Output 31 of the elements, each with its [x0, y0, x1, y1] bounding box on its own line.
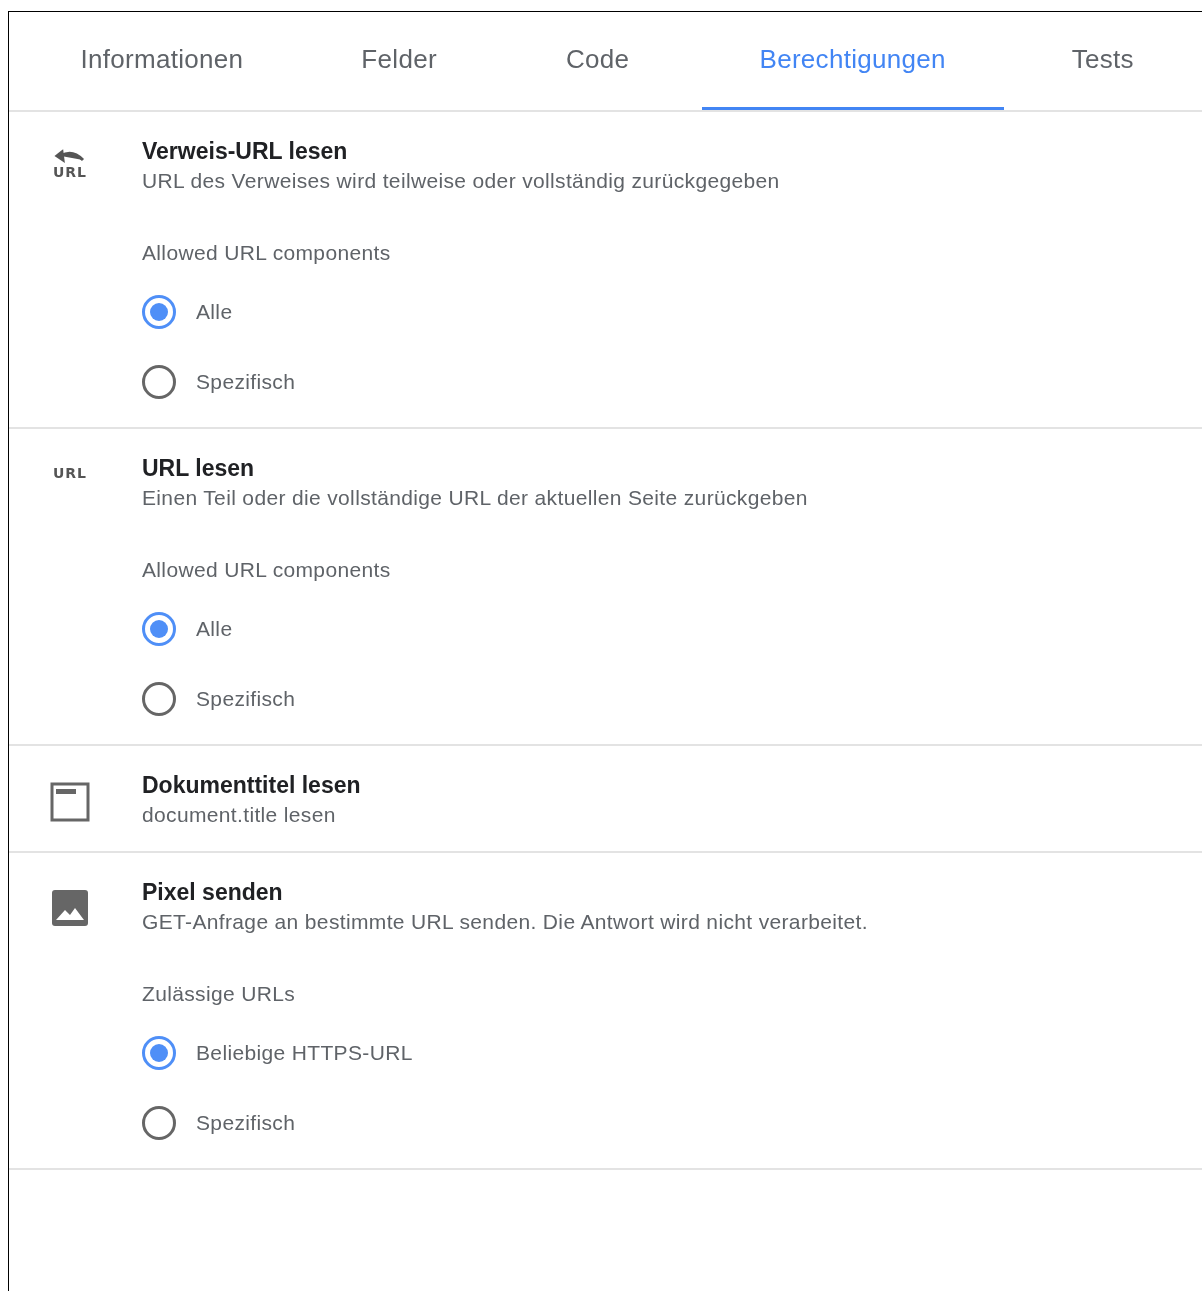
radio-button[interactable] [142, 1106, 176, 1140]
permission-description: URL des Verweises wird teilweise oder vollständig zurückgegeben [142, 169, 780, 193]
permission-title: URL lesen [142, 455, 256, 482]
image-icon [51, 889, 89, 927]
options-label: Zulässige URLs [142, 982, 297, 1006]
url-icon: URL [50, 465, 90, 716]
window-icon [50, 782, 90, 822]
permission-title: Verweis-URL lesen [142, 138, 349, 165]
permission-title: Pixel senden [142, 879, 284, 906]
radio-button[interactable] [142, 365, 176, 399]
options-label: Allowed URL components [142, 558, 392, 582]
tab[interactable]: Tests [1003, 12, 1202, 110]
permission-description: document.title lesen [142, 803, 337, 827]
tab[interactable]: Berechtigungen [701, 12, 1004, 110]
options-label: Allowed URL components [142, 241, 392, 265]
radio-label[interactable]: Spezifisch [196, 370, 296, 394]
tab[interactable]: Code [493, 12, 702, 110]
tab[interactable]: Felder [304, 12, 494, 110]
radio-button[interactable] [142, 1036, 176, 1070]
radio-button[interactable] [142, 682, 176, 716]
permission-description: GET-Anfrage an bestimmte URL senden. Die Antwort wird nicht verarbeitet. [142, 910, 868, 934]
radio-label[interactable]: Alle [196, 300, 233, 324]
radio-label[interactable]: Beliebige HTTPS-URL [196, 1041, 413, 1065]
radio-button[interactable] [142, 612, 176, 646]
permission-description: Einen Teil oder die vollständige URL der aktuellen Seite zurückgeben [142, 486, 808, 510]
permission-title: Dokumenttitel lesen [142, 772, 361, 799]
radio-label[interactable]: Alle [196, 617, 233, 641]
radio-button[interactable] [142, 295, 176, 329]
radio-label[interactable]: Spezifisch [196, 687, 296, 711]
tab[interactable]: Informationen [19, 12, 305, 110]
radio-label[interactable]: Spezifisch [196, 1111, 296, 1135]
